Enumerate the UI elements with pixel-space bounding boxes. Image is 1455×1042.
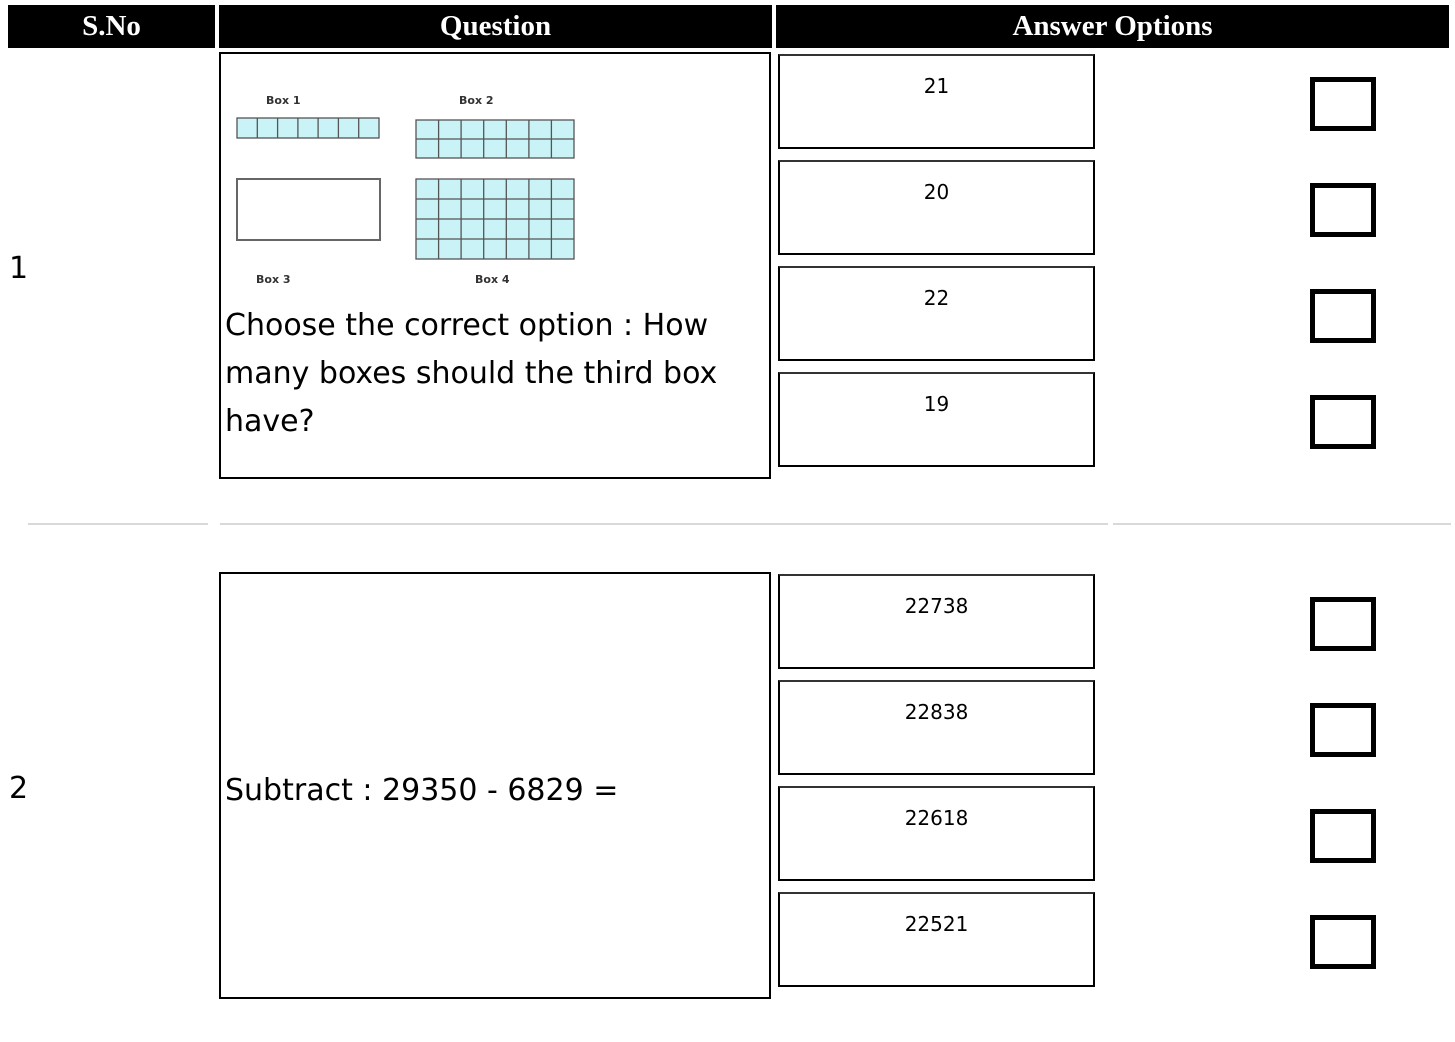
answer-checkbox[interactable] bbox=[1310, 183, 1376, 237]
question-box: Subtract : 29350 - 6829 = bbox=[219, 572, 771, 999]
answer-option[interactable]: 22 bbox=[778, 266, 1095, 361]
answer-option-label: 22738 bbox=[904, 594, 969, 618]
row-divider bbox=[220, 523, 1108, 525]
question-text: Subtract : 29350 - 6829 = bbox=[225, 773, 619, 808]
box-3-empty bbox=[236, 178, 381, 241]
answer-option-label: 21 bbox=[923, 74, 950, 98]
boxes-drawing bbox=[236, 117, 575, 260]
row-divider bbox=[28, 523, 208, 525]
question-number: 1 bbox=[9, 251, 29, 286]
answer-checkbox[interactable] bbox=[1310, 77, 1376, 131]
row-divider bbox=[1113, 523, 1451, 525]
answer-checkbox[interactable] bbox=[1310, 289, 1376, 343]
answer-option[interactable]: 22838 bbox=[778, 680, 1095, 775]
box-4-grid bbox=[415, 178, 575, 260]
answer-option-label: 22838 bbox=[904, 700, 969, 724]
answer-option[interactable]: 19 bbox=[778, 372, 1095, 467]
question-number: 2 bbox=[9, 771, 29, 806]
answer-option[interactable]: 22618 bbox=[778, 786, 1095, 881]
answer-option-label: 19 bbox=[923, 392, 950, 416]
answer-option-label: 20 bbox=[923, 180, 950, 204]
header-question: Question bbox=[219, 5, 772, 48]
answer-option[interactable]: 22738 bbox=[778, 574, 1095, 669]
answer-checkbox[interactable] bbox=[1310, 395, 1376, 449]
answer-checkbox[interactable] bbox=[1310, 915, 1376, 969]
boxes-figure: Box 1 Box 2 Box 3 Box 4 bbox=[233, 84, 583, 286]
answer-option[interactable]: 22521 bbox=[778, 892, 1095, 987]
answer-option-label: 22521 bbox=[904, 912, 969, 936]
question-box: Box 1 Box 2 Box 3 Box 4 Choose the corre… bbox=[219, 52, 771, 479]
answer-option-label: 22 bbox=[923, 286, 950, 310]
answer-option[interactable]: 21 bbox=[778, 54, 1095, 149]
box-2-grid bbox=[415, 119, 575, 159]
box-1-grid bbox=[236, 117, 380, 139]
header-answer-options: Answer Options bbox=[776, 5, 1449, 48]
answer-checkbox[interactable] bbox=[1310, 703, 1376, 757]
answer-checkbox[interactable] bbox=[1310, 809, 1376, 863]
answer-checkbox[interactable] bbox=[1310, 597, 1376, 651]
header-sno: S.No bbox=[8, 5, 215, 48]
answer-option[interactable]: 20 bbox=[778, 160, 1095, 255]
question-text: Choose the correct option : How many box… bbox=[225, 308, 718, 439]
answer-option-label: 22618 bbox=[904, 806, 969, 830]
